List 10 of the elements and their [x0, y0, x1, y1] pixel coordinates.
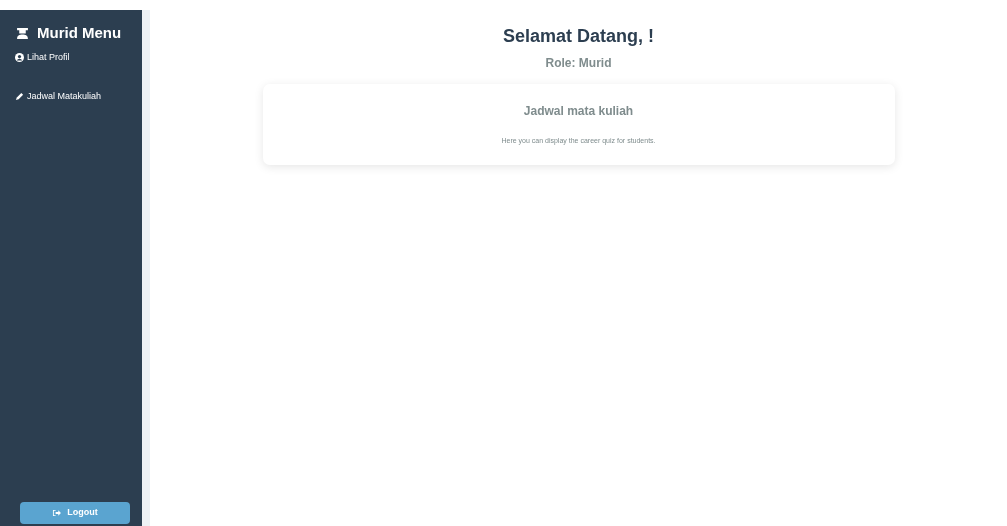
card-title: Jadwal mata kuliah	[522, 104, 635, 119]
logout-icon	[52, 509, 62, 517]
pen-icon	[15, 92, 24, 102]
sidebar-title: Murid Menu	[37, 23, 122, 43]
role-label: Role: Murid	[545, 55, 612, 70]
user-icon	[15, 52, 24, 62]
sidebar-link[interactable]: Lihat Profil	[12, 50, 130, 64]
graduate-icon	[16, 26, 29, 40]
welcome-heading: Selamat Datang, !	[502, 26, 654, 48]
sidebar-link[interactable]: Jadwal Matakuliah	[12, 90, 130, 104]
